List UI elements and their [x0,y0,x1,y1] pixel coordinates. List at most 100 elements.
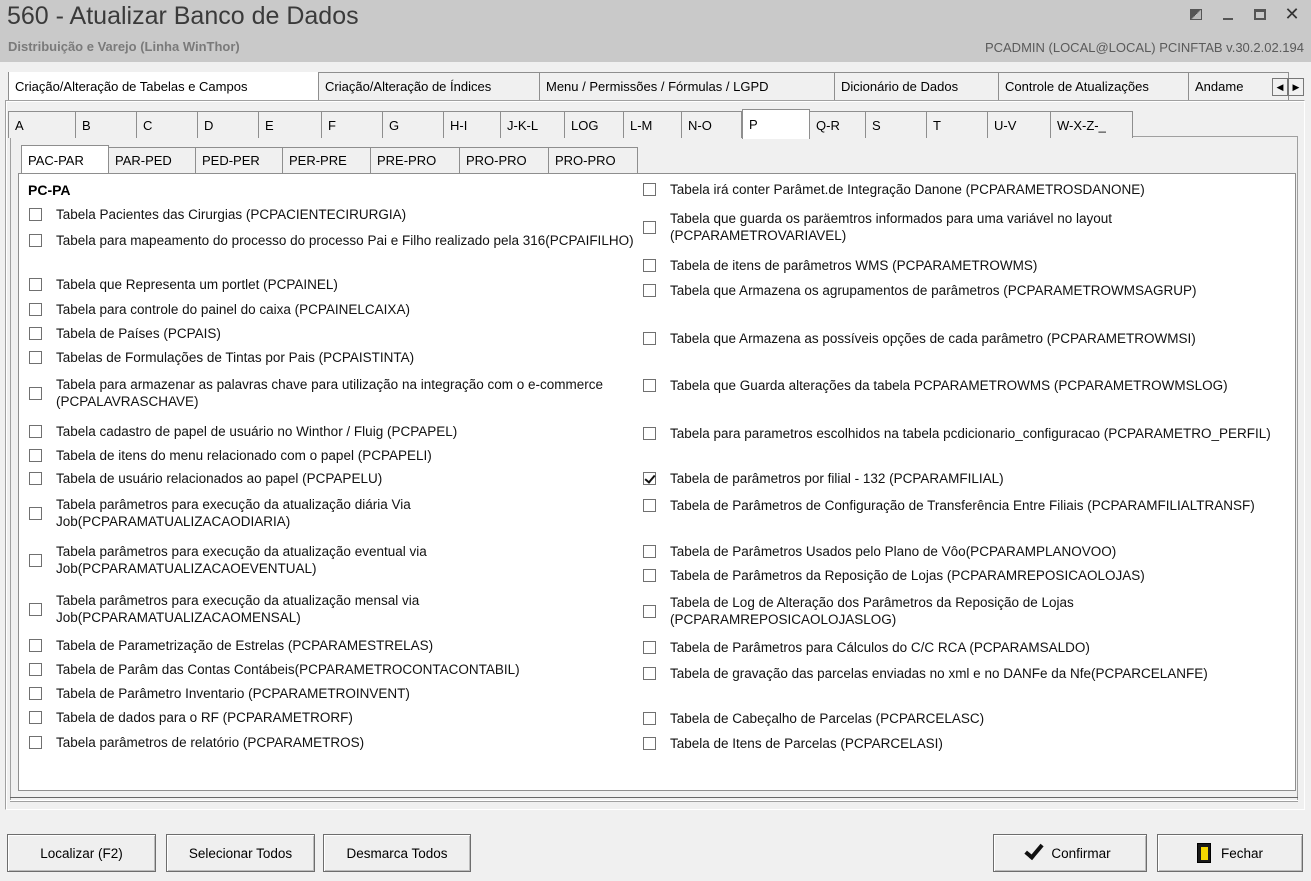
tab-letter-g[interactable]: G [383,111,444,138]
tab-letter-q-r[interactable]: Q-R [810,111,866,138]
checkbox-box[interactable] [643,259,656,272]
checkbox-pcparametrocontacontabil[interactable]: Tabela de Parâm das Contas Contábeis(PCP… [29,661,636,678]
checkbox-pcparametrowmsi[interactable]: Tabela que Armazena as possíveis opções … [643,330,1290,347]
tab-letter-s[interactable]: S [866,111,927,138]
tab-letter-p[interactable]: P [742,109,810,139]
checkbox-pcpais[interactable]: Tabela de Países (PCPAIS) [29,325,636,342]
checkbox-box[interactable] [29,327,42,340]
checkbox-box[interactable] [29,303,42,316]
checkbox-pcpaifilho[interactable]: Tabela para mapeamento do processo do pr… [29,232,636,249]
selecionar-todos-button[interactable]: Selecionar Todos [166,834,315,872]
checkbox-box-checked[interactable] [643,472,656,485]
desmarca-todos-button[interactable]: Desmarca Todos [323,834,471,872]
checkbox-box[interactable] [29,711,42,724]
tab-par-ped[interactable]: PAR-PED [109,147,196,173]
tab-letter-u-v[interactable]: U-V [988,111,1051,138]
checkbox-pcpainel[interactable]: Tabela que Representa um portlet (PCPAIN… [29,276,636,293]
checkbox-box[interactable] [29,506,42,520]
checkbox-pcparcelasi[interactable]: Tabela de Itens de Parcelas (PCPARCELASI… [643,735,1290,752]
tab-letter-log[interactable]: LOG [565,111,624,138]
checkbox-pcpaistinta[interactable]: Tabelas de Formulações de Tintas por Pai… [29,349,636,366]
checkbox-pcparamatualizacaodiaria[interactable]: Tabela parâmetros para execução da atual… [29,496,636,530]
checkbox-box[interactable] [29,425,42,438]
confirmar-button[interactable]: Confirmar [993,834,1147,872]
checkbox-pcparamfilialtransf[interactable]: Tabela de Parâmetros de Configuração de … [643,497,1290,514]
checkbox-pcparamfilial[interactable]: Tabela de parâmetros por filial - 132 (P… [643,470,1290,487]
checkbox-box[interactable] [29,663,42,676]
tab-menu-permissoes[interactable]: Menu / Permissões / Fórmulas / LGPD [540,72,835,100]
tab-letter-d[interactable]: D [198,111,259,138]
checkbox-pcparametrowms[interactable]: Tabela de itens de parâmetros WMS (PCPAR… [643,257,1290,274]
tab-letter-h-i[interactable]: H-I [444,111,501,138]
checkbox-pcparametro-perfil[interactable]: Tabela para parametros escolhidos na tab… [643,425,1290,442]
checkbox-box[interactable] [29,386,42,400]
checkbox-pcparamestrelas[interactable]: Tabela de Parametrização de Estrelas (PC… [29,637,636,654]
fechar-button[interactable]: Fechar [1157,834,1303,872]
checkbox-pcpapel[interactable]: Tabela cadastro de papel de usuário no W… [29,423,636,440]
checkbox-box[interactable] [643,545,656,558]
checkbox-box[interactable] [643,569,656,582]
checkbox-box[interactable] [643,737,656,750]
checkbox-box[interactable] [643,183,656,196]
checkbox-box[interactable] [29,449,42,462]
checkbox-pcparametroinvent[interactable]: Tabela de Parâmetro Inventario (PCPARAME… [29,685,636,702]
tab-letter-n-o[interactable]: N-O [682,111,742,138]
tab-ped-per[interactable]: PED-PER [196,147,283,173]
localizar-button[interactable]: Localizar (F2) [7,834,156,872]
tab-letter-b[interactable]: B [76,111,137,138]
checkbox-box[interactable] [29,687,42,700]
checkbox-box[interactable] [643,499,656,512]
checkbox-pcpacientecirurgia[interactable]: Tabela Pacientes das Cirurgias (PCPACIEN… [29,206,636,223]
tab-pro-pro-2[interactable]: PRO-PRO [549,147,638,173]
checkbox-pcpapelu[interactable]: Tabela de usuário relacionados ao papel … [29,470,636,487]
checkbox-box[interactable] [643,604,656,618]
checkbox-box[interactable] [29,472,42,485]
tab-pre-pro[interactable]: PRE-PRO [371,147,460,173]
checkbox-pcparametrowmsagrup[interactable]: Tabela que Armazena os agrupamentos de p… [643,282,1290,299]
checkbox-pcparamatualizacaoeventual[interactable]: Tabela parâmetros para execução da atual… [29,543,636,577]
checkbox-box[interactable] [643,427,656,440]
checkbox-pcparametrorf[interactable]: Tabela de dados para o RF (PCPARAMETRORF… [29,709,636,726]
checkbox-pcparamplanovoo[interactable]: Tabela de Parâmetros Usados pelo Plano d… [643,543,1290,560]
tab-letter-f[interactable]: F [322,111,383,138]
checkbox-pcparametrosdanone[interactable]: Tabela irá conter Parâmet.de Integração … [643,181,1290,198]
checkbox-box[interactable] [29,639,42,652]
tab-dicionario-dados[interactable]: Dicionário de Dados [835,72,999,100]
tab-criacao-tabelas[interactable]: Criação/Alteração de Tabelas e Campos [8,72,319,100]
tab-letter-a[interactable]: A [8,111,76,138]
checkbox-box[interactable] [643,641,656,654]
tab-letter-e[interactable]: E [259,111,322,138]
checkbox-pcparamsaldo[interactable]: Tabela de Parâmetros para Cálculos do C/… [643,639,1290,656]
checkbox-box[interactable] [29,208,42,221]
checkbox-pcparcelasc[interactable]: Tabela de Cabeçalho de Parcelas (PCPARCE… [643,710,1290,727]
checkbox-pcparametrovariavel[interactable]: Tabela que guarda os paräemtros informad… [643,210,1290,244]
tab-per-pre[interactable]: PER-PRE [283,147,371,173]
checkbox-box[interactable] [29,278,42,291]
tab-letter-t[interactable]: T [927,111,988,138]
checkbox-pcparametrowmslog[interactable]: Tabela que Guarda alterações da tabela P… [643,377,1290,394]
checkbox-box[interactable] [643,220,656,234]
restore-icon[interactable] [1189,6,1203,22]
checkbox-box[interactable] [29,553,42,567]
checkbox-box[interactable] [29,602,42,616]
tab-criacao-indices[interactable]: Criação/Alteração de Índices [319,72,540,100]
checkbox-box[interactable] [643,712,656,725]
minimize-icon[interactable] [1221,6,1235,22]
tab-pro-pro-1[interactable]: PRO-PRO [460,147,549,173]
tab-letter-j-k-l[interactable]: J-K-L [501,111,565,138]
tab-letter-l-m[interactable]: L-M [624,111,682,138]
maximize-icon[interactable] [1253,6,1267,22]
checkbox-box[interactable] [643,667,656,680]
tab-letter-w-x-z[interactable]: W-X-Z-_ [1051,111,1133,138]
tab-controle-atualizacoes[interactable]: Controle de Atualizações [999,72,1189,100]
checkbox-box[interactable] [29,736,42,749]
checkbox-box[interactable] [643,284,656,297]
checkbox-pcparamatualizacaomensal[interactable]: Tabela parâmetros para execução da atual… [29,592,636,626]
tab-pac-par[interactable]: PAC-PAR [21,145,109,174]
tab-letter-c[interactable]: C [137,111,198,138]
checkbox-pcparametros[interactable]: Tabela parâmetros de relatório (PCPARAME… [29,734,636,751]
checkbox-pcparamreposicaolojas[interactable]: Tabela de Parâmetros da Reposição de Loj… [643,567,1290,584]
checkbox-box[interactable] [29,234,42,247]
tab-scroll-left-icon[interactable]: ◀ [1272,78,1288,96]
checkbox-pcpainelcaixa[interactable]: Tabela para controle do painel do caixa … [29,301,636,318]
